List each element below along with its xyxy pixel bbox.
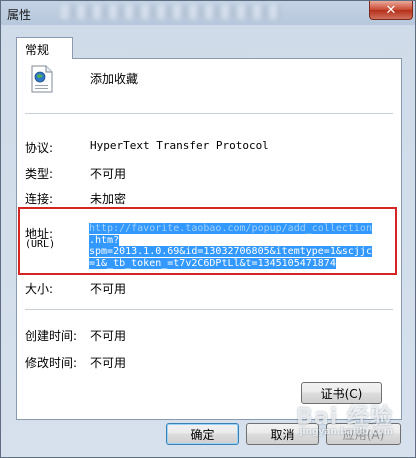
blurred-title-text (61, 5, 281, 19)
type-value: 不可用 (90, 167, 127, 181)
type-label: 类型: (25, 167, 54, 181)
item-name: 添加收藏 (90, 72, 139, 86)
certificate-button-label: 证书(C) (320, 386, 363, 401)
ok-button[interactable]: 确定 (166, 423, 239, 445)
internet-shortcut-icon (31, 65, 53, 93)
modified-label: 修改时间: (25, 356, 78, 370)
certificate-button[interactable]: 证书(C) (301, 382, 382, 404)
apply-button[interactable]: 应用(A) (326, 423, 401, 445)
cancel-button[interactable]: 取消 (246, 423, 319, 445)
connection-label: 连接: (25, 192, 54, 206)
properties-dialog: 属性 ✕ 常规 添加收藏 协议: HyperText Transfer Prot… (0, 0, 416, 458)
window-title: 属性 (7, 8, 32, 22)
close-icon: ✕ (385, 2, 397, 18)
tab-general[interactable]: 常规 (16, 37, 73, 59)
created-label: 创建时间: (25, 329, 78, 343)
close-button[interactable]: ✕ (369, 1, 413, 20)
size-value: 不可用 (90, 282, 127, 296)
title-bar[interactable]: 属性 ✕ (1, 1, 415, 25)
divider (25, 113, 393, 114)
size-label: 大小: (25, 282, 54, 296)
ok-button-label: 确定 (190, 427, 215, 442)
modified-value: 不可用 (90, 356, 127, 370)
connection-value: 未加密 (90, 192, 127, 206)
created-value: 不可用 (90, 329, 127, 343)
apply-button-label: 应用(A) (342, 427, 385, 442)
protocol-label: 协议: (25, 141, 54, 155)
divider (25, 309, 393, 310)
cancel-button-label: 取消 (270, 427, 295, 442)
tab-general-label: 常规 (25, 43, 50, 57)
protocol-value: HyperText Transfer Protocol (90, 139, 269, 152)
highlight-frame (18, 207, 397, 275)
